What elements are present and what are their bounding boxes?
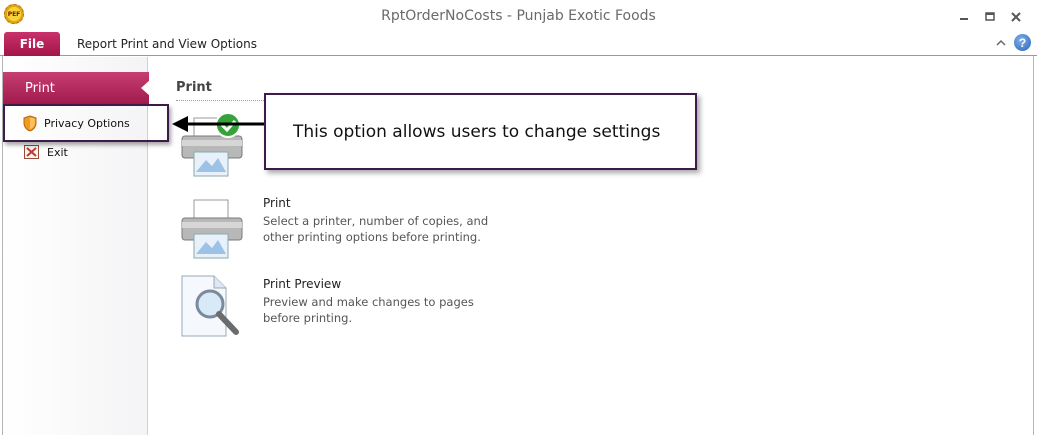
print-option-icon-wrap[interactable] [180, 196, 246, 265]
restore-icon [985, 12, 995, 21]
print-option-title[interactable]: Print [263, 196, 291, 210]
section-heading: Print [176, 80, 212, 95]
title-bar: PEF RptOrderNoCosts - Punjab Exotic Food… [0, 0, 1037, 32]
file-tab[interactable]: File [4, 32, 60, 56]
heading-divider [176, 100, 268, 101]
close-icon [1011, 12, 1021, 22]
minimize-button[interactable] [951, 8, 977, 26]
ribbon-tab-row: File Report Print and View Options ? [0, 32, 1037, 56]
print-preview-icon [181, 275, 239, 337]
print-preview-option-icon-wrap[interactable] [180, 274, 246, 343]
window-frame-right [1033, 56, 1034, 435]
help-icon[interactable]: ? [1014, 34, 1031, 51]
exit-item[interactable]: Exit [24, 142, 68, 162]
window-controls [951, 8, 1029, 26]
print-option-description: Select a printer, number of copies, and … [263, 214, 489, 244]
print-preview-option-description: Preview and make changes to pages before… [263, 295, 474, 325]
restore-button[interactable] [977, 8, 1003, 26]
privacy-options-highlight [3, 104, 169, 142]
minimize-ribbon-icon[interactable] [996, 39, 1006, 47]
annotation-callout: This option allows users to change setti… [264, 93, 697, 170]
window-title: RptOrderNoCosts - Punjab Exotic Foods [381, 8, 656, 24]
callout-text: This option allows users to change setti… [293, 121, 661, 142]
exit-label: Exit [47, 145, 68, 159]
minimize-icon [960, 18, 968, 20]
close-button[interactable] [1003, 8, 1029, 26]
annotation-arrow [172, 116, 266, 132]
backstage-tab-print[interactable]: Print [3, 72, 150, 104]
exit-icon [24, 145, 39, 159]
ribbon-right-controls: ? [996, 34, 1031, 51]
print-preview-option-title[interactable]: Print Preview [263, 277, 341, 291]
tab-report-print-options[interactable]: Report Print and View Options [77, 37, 257, 51]
printer-icon [181, 199, 243, 259]
